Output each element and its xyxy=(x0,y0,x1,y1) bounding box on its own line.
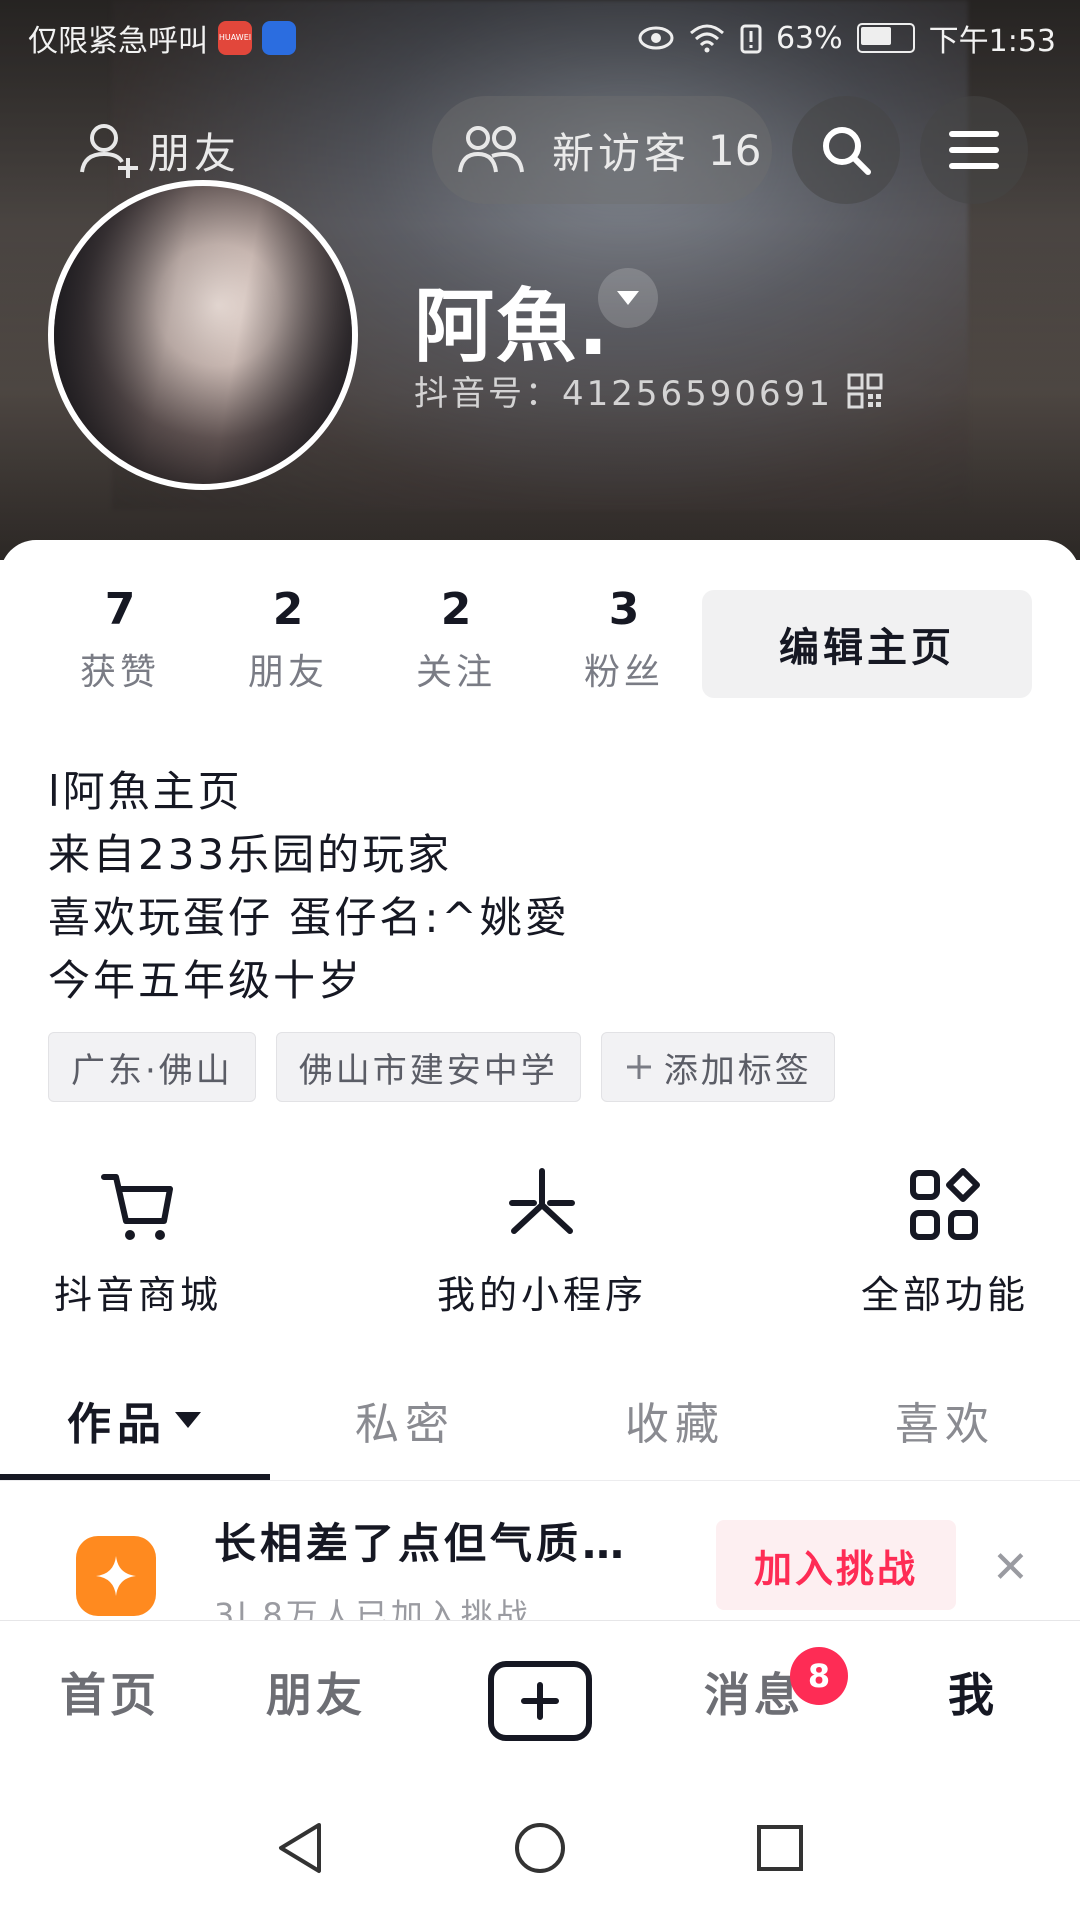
system-nav-bar xyxy=(0,1772,1080,1920)
douyin-id-row[interactable]: 抖音号：41256590691 xyxy=(414,366,883,415)
create-post-button[interactable] xyxy=(488,1661,592,1741)
tag-label: 佛山市建安中学 xyxy=(298,1050,558,1091)
hamburger-menu-icon xyxy=(949,131,999,169)
new-visitors-button[interactable]: 新访客 16 xyxy=(432,96,772,204)
back-button[interactable] xyxy=(272,1820,328,1876)
stat-number: 2 xyxy=(272,584,304,635)
stat-following[interactable]: 2 关注 xyxy=(372,584,540,695)
shield-app-icon xyxy=(262,21,296,55)
nav-me[interactable]: 我 xyxy=(948,1659,998,1725)
avatar[interactable] xyxy=(48,180,358,490)
recents-button[interactable] xyxy=(752,1820,808,1876)
visitor-label: 新访客 xyxy=(552,128,691,178)
back-triangle-icon xyxy=(279,1823,321,1873)
shortcut-all-features[interactable]: 全部功能 xyxy=(850,1160,1040,1319)
join-challenge-button[interactable]: 加入挑战 xyxy=(716,1520,956,1610)
stat-friends[interactable]: 2 朋友 xyxy=(204,584,372,695)
active-tab-indicator xyxy=(0,1474,270,1480)
caret-down-icon xyxy=(175,1412,201,1428)
search-icon xyxy=(823,127,871,175)
stat-number: 7 xyxy=(104,584,136,635)
mini-program-icon xyxy=(509,1168,575,1234)
bio: l阿魚主页 来自233乐园的玩家 喜欢玩蛋仔 蛋仔名:^姚愛 今年五年级十岁 xyxy=(48,760,570,1012)
huawei-app-icon: HUAWEI xyxy=(218,21,252,55)
battery-icon xyxy=(856,23,915,53)
plus-icon xyxy=(521,1682,559,1720)
close-icon[interactable]: ✕ xyxy=(992,1542,1029,1593)
home-circle-icon xyxy=(515,1823,565,1873)
qr-code-icon[interactable] xyxy=(847,373,883,409)
tab-label: 收藏 xyxy=(625,1399,725,1450)
carrier-text: 仅限紧急呼叫 xyxy=(28,24,208,59)
wifi-icon xyxy=(689,24,724,53)
tag-label: 广东·佛山 xyxy=(71,1050,233,1091)
account-switch-button[interactable] xyxy=(598,268,658,328)
tab-favorites[interactable]: 收藏 xyxy=(540,1360,810,1480)
friends-btn-label: 朋友 xyxy=(148,128,241,178)
tab-label: 私密 xyxy=(355,1399,455,1450)
recents-square-icon xyxy=(757,1825,803,1871)
tab-private[interactable]: 私密 xyxy=(270,1360,540,1480)
menu-button[interactable] xyxy=(920,96,1028,204)
tab-label: 作品 xyxy=(67,1399,167,1450)
profile-tags: 广东·佛山 佛山市建安中学 添加标签 xyxy=(48,1032,835,1102)
bottom-nav: 首页 朋友 消息 8 我 xyxy=(0,1620,1080,1773)
nickname[interactable]: 阿魚. xyxy=(414,262,610,378)
stat-label: 获赞 xyxy=(79,652,160,693)
bio-line: 今年五年级十岁 xyxy=(48,956,364,1005)
challenge-icon xyxy=(76,1536,156,1616)
shortcut-label: 抖音商城 xyxy=(53,1273,222,1317)
stat-label: 朋友 xyxy=(247,652,328,693)
bio-line: 喜欢玩蛋仔 蛋仔名:^姚愛 xyxy=(48,893,570,942)
tab-likes[interactable]: 喜欢 xyxy=(810,1360,1080,1480)
stat-label: 粉丝 xyxy=(583,652,664,693)
bio-line: l阿魚主页 xyxy=(48,767,243,816)
shortcut-douyin-mall[interactable]: 抖音商城 xyxy=(48,1160,228,1319)
challenge-title: 长相差了点但气质… xyxy=(214,1519,629,1568)
stat-likes[interactable]: 7 获赞 xyxy=(36,584,204,695)
shortcuts-row: 抖音商城 我的小程序 全部功能 xyxy=(0,1160,1080,1317)
sparkle-icon xyxy=(96,1556,136,1596)
message-badge: 8 xyxy=(790,1647,848,1705)
add-tag-button[interactable]: 添加标签 xyxy=(600,1032,835,1102)
search-button[interactable] xyxy=(792,96,900,204)
profile-card: 7 获赞 2 朋友 2 关注 3 粉丝 编辑主页 l阿魚主页 来自233乐园的玩… xyxy=(0,540,1080,1640)
clock-time: 下午1:53 xyxy=(928,24,1056,59)
nav-messages[interactable]: 消息 xyxy=(704,1659,804,1725)
stat-number: 2 xyxy=(440,584,472,635)
tag-label: 添加标签 xyxy=(663,1050,812,1091)
tab-works[interactable]: 作品 xyxy=(0,1360,270,1480)
shortcut-label: 全部功能 xyxy=(860,1273,1029,1317)
stat-number: 3 xyxy=(608,584,640,635)
avatar-image xyxy=(54,186,352,484)
challenge-subtitle: 3l.8万人已加入挑战 xyxy=(214,1596,531,1620)
visitor-count: 16 xyxy=(708,125,762,175)
douyin-id-text: 抖音号：41256590691 xyxy=(414,374,833,414)
plus-icon xyxy=(626,1055,651,1079)
challenge-banner[interactable]: 长相差了点但气质… 3l.8万人已加入挑战 加入挑战 ✕ xyxy=(0,1490,1080,1620)
stat-label: 关注 xyxy=(415,652,496,693)
shortcut-mini-programs[interactable]: 我的小程序 xyxy=(422,1160,662,1319)
home-button[interactable] xyxy=(512,1820,568,1876)
stat-followers[interactable]: 3 粉丝 xyxy=(540,584,708,695)
shopping-cart-icon xyxy=(101,1174,173,1240)
add-user-icon xyxy=(80,124,138,178)
tab-label: 喜欢 xyxy=(895,1399,995,1450)
tag-school[interactable]: 佛山市建安中学 xyxy=(275,1032,581,1102)
content-tabs: 作品 私密 收藏 喜欢 xyxy=(0,1360,1080,1481)
status-bar: 仅限紧急呼叫 HUAWEI 63% 下午1:53 xyxy=(0,0,1080,70)
battery-percent: 63% xyxy=(775,20,843,56)
stats-row: 7 获赞 2 朋友 2 关注 3 粉丝 xyxy=(36,584,708,695)
bio-line: 来自233乐园的玩家 xyxy=(48,830,453,879)
edit-profile-button[interactable]: 编辑主页 xyxy=(702,590,1032,698)
eye-icon xyxy=(638,26,674,50)
nav-home[interactable]: 首页 xyxy=(60,1659,160,1725)
shortcut-label: 我的小程序 xyxy=(436,1273,647,1317)
tag-location[interactable]: 广东·佛山 xyxy=(48,1032,256,1102)
apps-grid-icon xyxy=(910,1168,980,1240)
triangle-down-icon xyxy=(617,291,639,305)
battery-alert-icon xyxy=(740,24,762,54)
nav-friends[interactable]: 朋友 xyxy=(266,1659,366,1725)
visitors-icon xyxy=(458,126,524,173)
